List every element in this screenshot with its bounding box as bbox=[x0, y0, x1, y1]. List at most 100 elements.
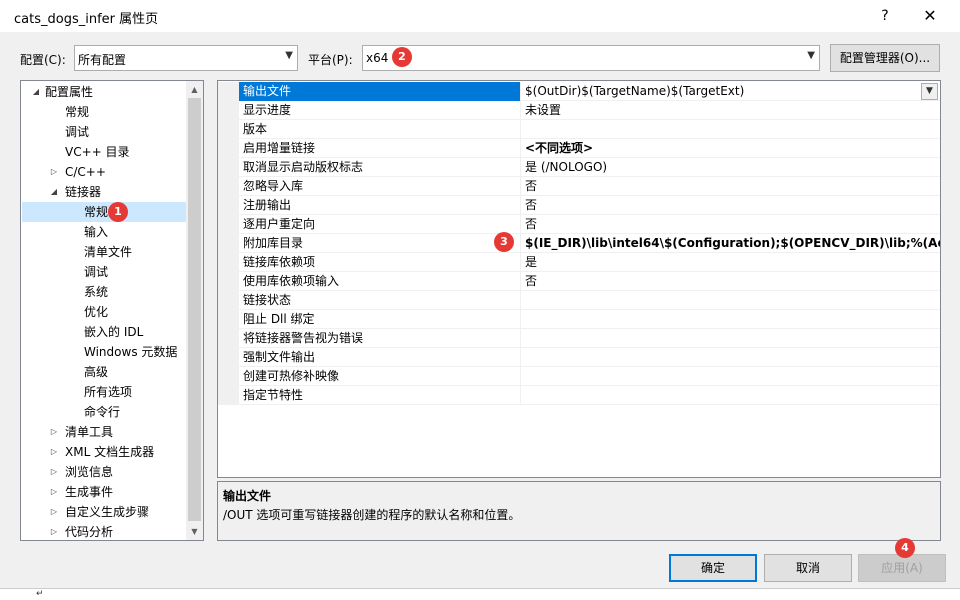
underlying-window-strip: ↵ bbox=[0, 588, 960, 600]
tree-item-code-analysis[interactable]: ▷ 代码分析 bbox=[49, 522, 114, 540]
property-value[interactable]: 是 bbox=[522, 253, 940, 272]
config-manager-button[interactable]: 配置管理器(O)... bbox=[830, 44, 940, 72]
property-value[interactable] bbox=[522, 310, 940, 329]
property-row-link-library-dependencies[interactable]: 链接库依赖项 是 bbox=[218, 253, 940, 272]
tree-item-linker-input[interactable]: 输入 bbox=[84, 222, 108, 242]
tree-item-linker[interactable]: ◢ 链接器 bbox=[49, 182, 101, 202]
property-value[interactable]: $(IE_DIR)\lib\intel64\$(Configuration);$… bbox=[522, 234, 940, 253]
property-value[interactable] bbox=[522, 329, 940, 348]
expand-icon[interactable]: ▷ bbox=[49, 482, 59, 502]
property-value[interactable] bbox=[522, 367, 940, 386]
ok-button[interactable]: 确定 bbox=[669, 554, 757, 582]
tree-item-label: 自定义生成步骤 bbox=[65, 505, 150, 519]
tree-item-label: 优化 bbox=[84, 305, 109, 319]
tree-item-label: 链接器 bbox=[65, 185, 102, 199]
tree-item-build-events[interactable]: ▷ 生成事件 bbox=[49, 482, 113, 502]
tree-item-xml-doc-generator[interactable]: ▷ XML 文档生成器 bbox=[49, 442, 154, 462]
property-value[interactable] bbox=[522, 120, 940, 139]
platform-value: x64 bbox=[366, 51, 389, 65]
apply-button[interactable]: 应用(A) bbox=[858, 554, 946, 582]
tree-item-linker-system[interactable]: 系统 bbox=[84, 282, 108, 302]
property-row-hotpatchable-image[interactable]: 创建可热修补映像 bbox=[218, 367, 940, 386]
help-button[interactable]: ? bbox=[868, 0, 902, 32]
expand-icon[interactable]: ▷ bbox=[49, 162, 59, 182]
config-label: 配置(C): bbox=[20, 53, 66, 67]
property-row-register-output[interactable]: 注册输出 否 bbox=[218, 196, 940, 215]
tree-item-linker-advanced[interactable]: 高级 bbox=[84, 362, 108, 382]
property-value[interactable]: 是 (/NOLOGO) bbox=[522, 158, 940, 177]
tree-item-general[interactable]: 常规 bbox=[65, 102, 89, 122]
property-value[interactable]: 否 bbox=[522, 196, 940, 215]
property-value[interactable]: 否 bbox=[522, 272, 940, 291]
tree-item-c-cpp[interactable]: ▷ C/C++ bbox=[49, 162, 106, 182]
property-row-per-user-redirection[interactable]: 逐用户重定向 否 bbox=[218, 215, 940, 234]
property-row-output-file[interactable]: 输出文件 $(OutDir)$(TargetName)$(TargetExt) … bbox=[218, 82, 940, 101]
chevron-down-icon[interactable]: ▼ bbox=[921, 83, 938, 100]
property-value[interactable]: 未设置 bbox=[522, 101, 940, 120]
property-row-additional-library-dirs[interactable]: 附加库目录 $(IE_DIR)\lib\intel64\$(Configurat… bbox=[218, 234, 940, 253]
tree-item-linker-manifest[interactable]: 清单文件 bbox=[84, 242, 132, 262]
property-value[interactable] bbox=[522, 291, 940, 310]
tree-item-browse-info[interactable]: ▷ 浏览信息 bbox=[49, 462, 113, 482]
tree-item-vc-directories[interactable]: VC++ 目录 bbox=[65, 142, 130, 162]
property-row-show-progress[interactable]: 显示进度 未设置 bbox=[218, 101, 940, 120]
tree-scrollbar[interactable]: ▲ ▼ bbox=[186, 81, 203, 540]
property-name: 启用增量链接 bbox=[239, 139, 521, 158]
scroll-down-icon[interactable]: ▼ bbox=[186, 523, 203, 540]
window-title: cats_dogs_infer 属性页 bbox=[14, 12, 159, 27]
tree-item-label: XML 文档生成器 bbox=[65, 445, 155, 459]
expand-icon[interactable]: ▷ bbox=[49, 442, 59, 462]
tree-item-label: 嵌入的 IDL bbox=[84, 325, 144, 339]
tree-item-config-properties[interactable]: ◢ 配置属性 bbox=[31, 82, 93, 102]
property-name: 链接状态 bbox=[239, 291, 521, 310]
tree-item-linker-optimization[interactable]: 优化 bbox=[84, 302, 108, 322]
property-row-nologo[interactable]: 取消显示启动版权标志 是 (/NOLOGO) bbox=[218, 158, 940, 177]
property-row-treat-warnings-as-errors[interactable]: 将链接器警告视为错误 bbox=[218, 329, 940, 348]
tree-item-label: 清单工具 bbox=[65, 425, 114, 439]
expand-icon[interactable]: ▷ bbox=[49, 422, 59, 442]
property-row-section-attributes[interactable]: 指定节特性 bbox=[218, 386, 940, 405]
property-value[interactable] bbox=[522, 348, 940, 367]
property-grid[interactable]: 输出文件 $(OutDir)$(TargetName)$(TargetExt) … bbox=[217, 80, 941, 478]
property-row-link-status[interactable]: 链接状态 bbox=[218, 291, 940, 310]
tree-item-linker-all-options[interactable]: 所有选项 bbox=[84, 382, 132, 402]
property-row-ignore-import-lib[interactable]: 忽略导入库 否 bbox=[218, 177, 940, 196]
tree-item-label: 输入 bbox=[84, 225, 109, 239]
property-value[interactable]: <不同选项> bbox=[522, 139, 940, 158]
property-row-incremental-link[interactable]: 启用增量链接 <不同选项> bbox=[218, 139, 940, 158]
cancel-button[interactable]: 取消 bbox=[764, 554, 852, 582]
platform-label: 平台(P): bbox=[308, 53, 353, 67]
scrollbar-thumb[interactable] bbox=[188, 98, 201, 521]
tree-item-linker-general[interactable]: 常规 bbox=[22, 202, 186, 222]
platform-select[interactable]: x64 ▼ bbox=[362, 45, 820, 71]
property-row-use-library-dependency-inputs[interactable]: 使用库依赖项输入 否 bbox=[218, 272, 940, 291]
property-name: 链接库依赖项 bbox=[239, 253, 521, 272]
tree-item-linker-embedded-idl[interactable]: 嵌入的 IDL bbox=[84, 322, 143, 342]
property-value[interactable]: 否 bbox=[522, 215, 940, 234]
property-name: 显示进度 bbox=[239, 101, 521, 120]
tree-item-linker-windows-metadata[interactable]: Windows 元数据 bbox=[84, 342, 177, 362]
tree-item-debugging[interactable]: 调试 bbox=[65, 122, 89, 142]
tree-item-label: 代码分析 bbox=[65, 525, 114, 539]
property-value[interactable]: $(OutDir)$(TargetName)$(TargetExt) bbox=[522, 82, 940, 101]
property-value[interactable] bbox=[522, 386, 940, 405]
tree-item-custom-build-step[interactable]: ▷ 自定义生成步骤 bbox=[49, 502, 149, 522]
expand-icon[interactable]: ▷ bbox=[49, 462, 59, 482]
tree-item-linker-debugging[interactable]: 调试 bbox=[84, 262, 108, 282]
property-value[interactable]: 否 bbox=[522, 177, 940, 196]
expand-icon[interactable]: ▷ bbox=[49, 502, 59, 522]
property-tree[interactable]: ◢ 配置属性 常规 调试 VC++ 目录 ▷ C/C++ ◢ 链接器 常规 输入… bbox=[20, 80, 204, 541]
close-button[interactable]: ✕ bbox=[912, 0, 948, 32]
config-value: 所有配置 bbox=[78, 53, 127, 67]
property-row-version[interactable]: 版本 bbox=[218, 120, 940, 139]
config-select[interactable]: 所有配置 ▼ bbox=[74, 45, 298, 71]
collapse-icon[interactable]: ◢ bbox=[49, 182, 59, 202]
expand-icon[interactable]: ▷ bbox=[49, 522, 59, 540]
property-row-force-file-output[interactable]: 强制文件输出 bbox=[218, 348, 940, 367]
property-name: 注册输出 bbox=[239, 196, 521, 215]
tree-item-linker-command-line[interactable]: 命令行 bbox=[84, 402, 120, 422]
expand-icon[interactable]: ◢ bbox=[31, 82, 41, 102]
property-row-prevent-dll-binding[interactable]: 阻止 Dll 绑定 bbox=[218, 310, 940, 329]
scroll-up-icon[interactable]: ▲ bbox=[186, 81, 203, 98]
tree-item-manifest-tool[interactable]: ▷ 清单工具 bbox=[49, 422, 113, 442]
